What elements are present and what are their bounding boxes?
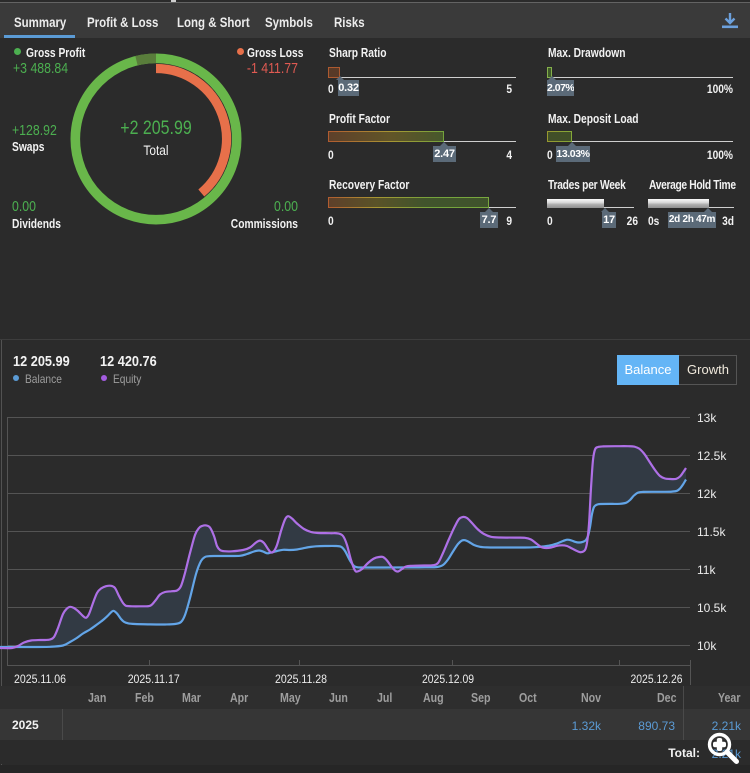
svg-text:2025.11.17: 2025.11.17 bbox=[128, 674, 180, 685]
svg-text:2025.12.26: 2025.12.26 bbox=[631, 674, 683, 685]
svg-text:12.5k: 12.5k bbox=[697, 449, 727, 463]
svg-text:12k: 12k bbox=[697, 487, 717, 501]
svg-text:2025.11.06: 2025.11.06 bbox=[14, 674, 66, 685]
svg-text:10k: 10k bbox=[697, 639, 717, 653]
svg-text:2025.11.28: 2025.11.28 bbox=[275, 674, 327, 685]
svg-text:10.5k: 10.5k bbox=[697, 601, 727, 615]
svg-text:2025.12.09: 2025.12.09 bbox=[422, 674, 474, 685]
svg-text:11k: 11k bbox=[697, 563, 716, 577]
svg-text:13k: 13k bbox=[697, 411, 717, 425]
svg-text:11.5k: 11.5k bbox=[697, 525, 726, 539]
